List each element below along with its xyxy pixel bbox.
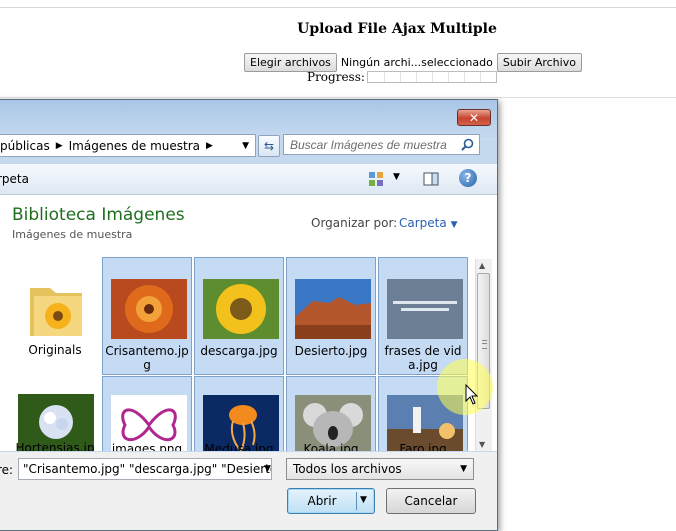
dialog-footer: re: "Crisantemo.jpg" "descarga.jpg" "Des… bbox=[0, 452, 497, 530]
search-input[interactable] bbox=[283, 134, 480, 155]
file-status-text: Ningún archi...seleccionado bbox=[340, 55, 493, 69]
file-item[interactable]: images.png bbox=[102, 376, 192, 451]
open-button[interactable]: Abrir ▼ bbox=[287, 488, 375, 514]
filename-label: re: bbox=[0, 463, 14, 477]
file-item[interactable]: Koala.jpg bbox=[286, 376, 376, 451]
mouse-cursor-icon bbox=[465, 384, 479, 405]
open-file-dialog: ✕ públicas ▶ Imágenes de muestra ▶ ▼ ⇆ r… bbox=[0, 99, 498, 531]
upload-submit-button[interactable]: Subir Archivo bbox=[496, 52, 582, 72]
top-divider bbox=[0, 7, 676, 8]
breadcrumb-public[interactable]: públicas bbox=[0, 139, 50, 153]
flower-thumb bbox=[111, 279, 187, 339]
progress-bar bbox=[366, 71, 497, 83]
new-folder-button[interactable]: rpeta bbox=[0, 172, 29, 186]
choose-files-button[interactable]: Elegir archivos bbox=[244, 52, 337, 72]
breadcrumb-arrow-icon[interactable]: ▶ bbox=[56, 141, 63, 151]
upload-row: Elegir archivos Ningún archi...seleccion… bbox=[244, 52, 582, 72]
refresh-button[interactable]: ⇆ bbox=[258, 135, 280, 157]
chevron-down-icon: ▼ bbox=[450, 220, 458, 230]
file-list-area: Biblioteca Imágenes Imágenes de muestra … bbox=[0, 195, 497, 451]
progress-label: Progress: bbox=[307, 70, 365, 84]
chevron-down-icon: ▼ bbox=[360, 495, 367, 505]
organize-dropdown[interactable]: Carpeta ▼ bbox=[399, 216, 457, 230]
file-item[interactable]: Desierto.jpg bbox=[286, 257, 376, 375]
filename-input[interactable]: "Crisantemo.jpg" "descarga.jpg" "Desiert… bbox=[18, 458, 272, 480]
vertical-scrollbar[interactable]: ▲ ▼ bbox=[475, 259, 492, 451]
file-item[interactable]: frases de vida.jpg bbox=[378, 257, 468, 375]
breadcrumb-sample-pictures[interactable]: Imágenes de muestra bbox=[69, 139, 200, 153]
change-view-icon[interactable] bbox=[368, 171, 384, 187]
view-dropdown-icon[interactable]: ▼ bbox=[393, 172, 400, 182]
cancel-button[interactable]: Cancelar bbox=[386, 488, 476, 514]
address-dropdown-icon[interactable]: ▼ bbox=[242, 141, 249, 151]
scroll-up-icon[interactable]: ▲ bbox=[479, 261, 485, 270]
desert-thumb bbox=[295, 279, 371, 339]
filename-dropdown-icon[interactable]: ▼ bbox=[264, 464, 271, 474]
library-subtitle: Imágenes de muestra bbox=[12, 228, 133, 241]
organize-label: Organizar por: bbox=[311, 216, 398, 230]
page-divider bbox=[0, 97, 676, 98]
file-item[interactable]: Crisantemo.jpg bbox=[102, 257, 192, 375]
page-title: Upload File Ajax Multiple bbox=[297, 21, 497, 37]
breadcrumb-arrow-icon[interactable]: ▶ bbox=[206, 141, 213, 151]
filetype-select[interactable]: Todos los archivos ▼ bbox=[286, 458, 474, 480]
file-item[interactable]: Hortensias.jpg bbox=[10, 376, 100, 451]
help-icon[interactable]: ? bbox=[459, 169, 477, 187]
scroll-down-icon[interactable]: ▼ bbox=[479, 440, 485, 449]
library-title: Biblioteca Imágenes bbox=[12, 205, 185, 225]
search-icon[interactable] bbox=[461, 138, 474, 151]
address-bar[interactable]: públicas ▶ Imágenes de muestra ▶ ▼ bbox=[0, 134, 256, 157]
preview-pane-icon[interactable] bbox=[423, 171, 439, 187]
folder-icon bbox=[18, 278, 94, 338]
close-button[interactable]: ✕ bbox=[457, 109, 491, 126]
file-item[interactable]: Medusa.jpg bbox=[194, 376, 284, 451]
file-item[interactable]: descarga.jpg bbox=[194, 257, 284, 375]
file-item[interactable]: Originals bbox=[10, 257, 100, 375]
chevron-down-icon: ▼ bbox=[460, 464, 467, 474]
refresh-icon: ⇆ bbox=[263, 139, 275, 153]
sunflower-thumb bbox=[203, 279, 279, 339]
dialog-toolbar: rpeta ▼ ? bbox=[0, 164, 497, 195]
progress-row: Progress: bbox=[307, 70, 497, 84]
quote-thumb bbox=[387, 279, 463, 339]
